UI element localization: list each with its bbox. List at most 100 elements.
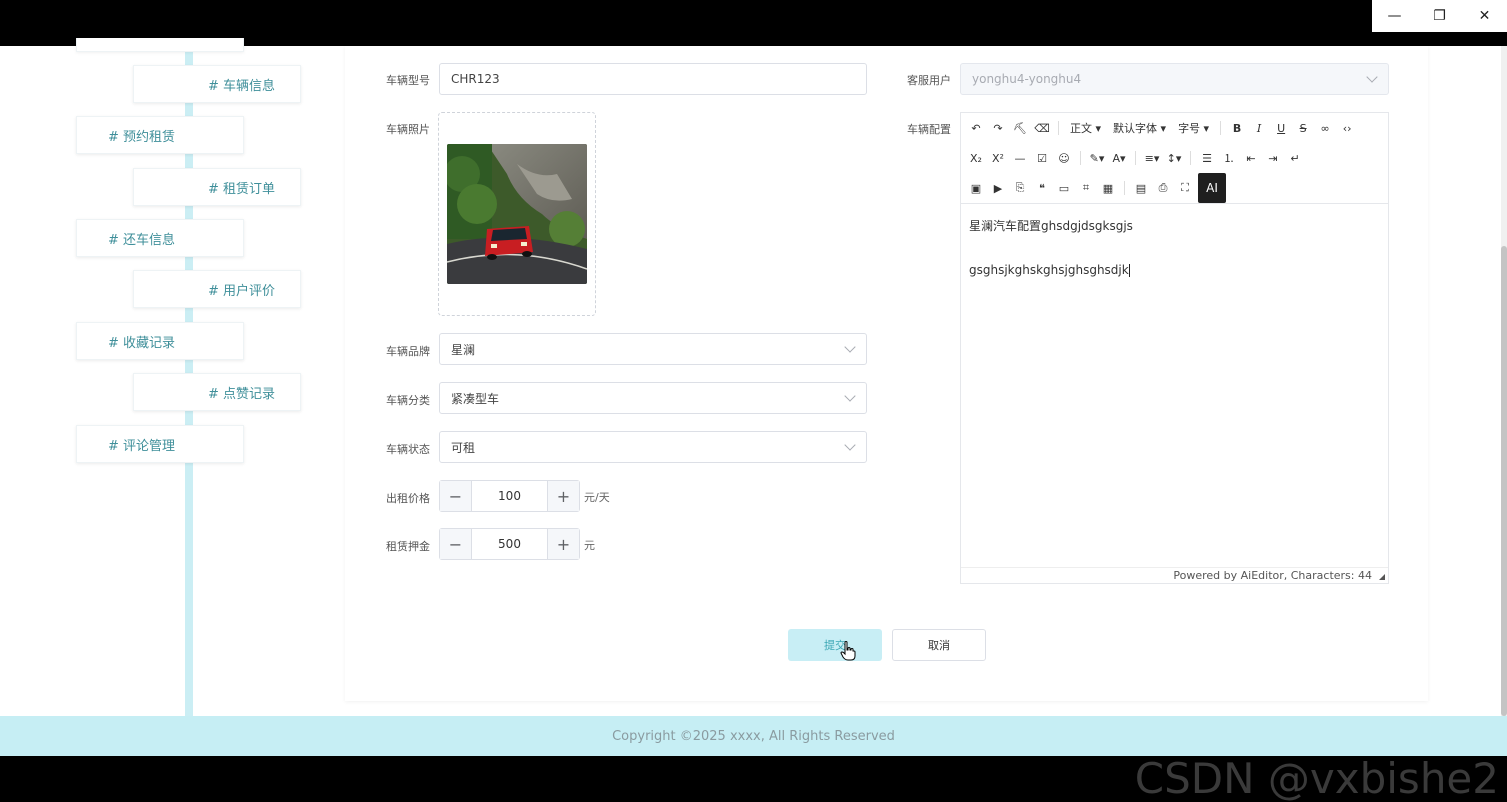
line-break-icon[interactable]: ↵: [1284, 147, 1306, 169]
quote-icon[interactable]: ❝: [1031, 177, 1053, 199]
highlight-color-icon[interactable]: ✎▾: [1086, 147, 1108, 169]
bold-icon[interactable]: B: [1226, 117, 1248, 139]
sidebar-item-label: # 点赞记录: [208, 386, 276, 402]
print-icon[interactable]: ⎙: [1152, 177, 1174, 199]
container-icon[interactable]: ▭: [1053, 177, 1075, 199]
print-preview-icon[interactable]: ▤: [1130, 177, 1152, 199]
font-color-icon[interactable]: A▾: [1108, 147, 1130, 169]
format-painter-icon[interactable]: ⛏: [1009, 117, 1031, 139]
hand-pointer-icon: [840, 641, 856, 661]
status-label: 车辆状态: [386, 443, 430, 456]
cancel-button[interactable]: 取消: [892, 629, 986, 661]
restore-button[interactable]: ❐: [1417, 0, 1462, 32]
toolbar-divider: [1058, 121, 1059, 135]
category-select[interactable]: 紧凑型车: [439, 382, 867, 414]
attachment-icon[interactable]: ⎘: [1009, 177, 1031, 199]
toolbar-divider: [1135, 151, 1136, 165]
strikethrough-icon[interactable]: S: [1292, 117, 1314, 139]
line-height-icon[interactable]: ↕▾: [1163, 147, 1185, 169]
editor-status-footer: Powered by AiEditor, Characters: 44: [961, 567, 1388, 583]
status-select[interactable]: 可租: [439, 431, 867, 463]
link-icon[interactable]: ∞: [1314, 117, 1336, 139]
photo-upload[interactable]: [438, 112, 596, 316]
sidebar-item-user-reviews[interactable]: # 用户评价: [133, 270, 301, 308]
font-family-dropdown[interactable]: 默认字体 ▾: [1107, 120, 1172, 136]
outdent-icon[interactable]: ⇤: [1240, 147, 1262, 169]
submit-button[interactable]: 提交: [788, 629, 882, 661]
horizontal-rule-icon[interactable]: —: [1009, 147, 1031, 169]
font-size-dropdown[interactable]: 字号 ▾: [1172, 120, 1215, 136]
vehicle-photo: [447, 144, 587, 284]
brand-select[interactable]: 星澜: [439, 333, 867, 365]
deposit-decrement-button[interactable]: −: [440, 529, 472, 559]
window-controls: — ❐ ✕: [1372, 0, 1507, 32]
deposit-value[interactable]: 500: [472, 529, 547, 559]
model-input[interactable]: CHR123: [439, 63, 867, 95]
page-scrollbar[interactable]: [1501, 46, 1507, 716]
close-button[interactable]: ✕: [1462, 0, 1507, 32]
sidebar-item-label: # 租赁订单: [208, 181, 276, 197]
editor-content[interactable]: 星澜汽车配置ghsdgjdsgksgjs gsghsjkghskghsjghsg…: [969, 215, 1379, 281]
price-decrement-button[interactable]: −: [440, 481, 472, 511]
sidebar-item-reservation[interactable]: # 预约租赁: [76, 116, 244, 154]
sidebar-item-comments[interactable]: # 评论管理: [76, 425, 244, 463]
emoji-icon[interactable]: ☺: [1053, 147, 1075, 169]
editor-paragraph: gsghsjkghskghsjghsghsdjk: [969, 263, 1129, 277]
ordered-list-icon[interactable]: ⒈: [1218, 147, 1240, 169]
editor-empty-line: [969, 237, 1379, 259]
sidebar-item-label: # 评论管理: [108, 438, 176, 454]
toolbar-divider: [1124, 181, 1125, 195]
editor-paragraph: 星澜汽车配置ghsdgjdsgksgjs: [969, 219, 1133, 233]
sidebar-item-rental-orders[interactable]: # 租赁订单: [133, 168, 301, 206]
rich-text-editor[interactable]: ↶ ↷ ⛏ ⌫ 正文 ▾ 默认字体 ▾ 字号 ▾ B I U S ∞ ‹› X₂…: [960, 112, 1389, 584]
align-icon[interactable]: ≡▾: [1141, 147, 1163, 169]
code-icon[interactable]: ‹›: [1336, 117, 1358, 139]
underline-icon[interactable]: U: [1270, 117, 1292, 139]
price-value[interactable]: 100: [472, 481, 547, 511]
sidebar-item-label: # 车辆信息: [208, 78, 276, 94]
status-value: 可租: [451, 440, 476, 455]
bullet-list-icon[interactable]: ☰: [1196, 147, 1218, 169]
price-stepper[interactable]: − 100 +: [439, 480, 580, 512]
eraser-icon[interactable]: ⌫: [1031, 117, 1053, 139]
ai-button[interactable]: AI: [1198, 173, 1226, 203]
sidebar-item-label: # 用户评价: [208, 283, 276, 299]
minimize-button[interactable]: —: [1372, 0, 1417, 32]
toolbar-row-1: ↶ ↷ ⛏ ⌫ 正文 ▾ 默认字体 ▾ 字号 ▾ B I U S ∞ ‹›: [961, 113, 1358, 143]
sidebar-item-favorites[interactable]: # 收藏记录: [76, 322, 244, 360]
italic-icon[interactable]: I: [1248, 117, 1270, 139]
deposit-label: 租赁押金: [386, 540, 430, 553]
subscript-icon[interactable]: X₂: [965, 147, 987, 169]
undo-icon[interactable]: ↶: [965, 117, 987, 139]
resize-handle-icon[interactable]: [1379, 574, 1385, 580]
sidebar-item-clipped: [76, 38, 244, 52]
service-user-value: yonghu4-yonghu4: [972, 72, 1082, 86]
service-user-label: 客服用户: [907, 74, 951, 87]
image-icon[interactable]: ▣: [965, 177, 987, 199]
deposit-increment-button[interactable]: +: [547, 529, 579, 559]
video-icon[interactable]: ▶: [987, 177, 1009, 199]
main-area: # 车辆信息 # 预约租赁 # 租赁订单 # 还车信息 # 用户评价 # 收藏记…: [0, 38, 1507, 716]
paragraph-dropdown[interactable]: 正文 ▾: [1064, 120, 1107, 136]
fullscreen-icon[interactable]: ⛶: [1174, 177, 1196, 199]
sidebar-item-likes[interactable]: # 点赞记录: [133, 373, 301, 411]
redo-icon[interactable]: ↷: [987, 117, 1009, 139]
toolbar-divider: [1220, 121, 1222, 135]
checkbox-icon[interactable]: ☑: [1031, 147, 1053, 169]
config-label: 车辆配置: [907, 123, 951, 136]
model-value: CHR123: [451, 72, 500, 86]
brand-label: 车辆品牌: [386, 345, 430, 358]
photo-label: 车辆照片: [386, 123, 430, 136]
superscript-icon[interactable]: X²: [987, 147, 1009, 169]
code-block-icon[interactable]: ⌗: [1075, 177, 1097, 199]
toolbar-divider: [1190, 151, 1191, 165]
toolbar-row-3: ▣ ▶ ⎘ ❝ ▭ ⌗ ▦ ▤ ⎙ ⛶ AI: [961, 173, 1226, 203]
indent-icon[interactable]: ⇥: [1262, 147, 1284, 169]
sidebar-item-return-info[interactable]: # 还车信息: [76, 219, 244, 257]
table-icon[interactable]: ▦: [1097, 177, 1119, 199]
deposit-stepper[interactable]: − 500 +: [439, 528, 580, 560]
model-label: 车辆型号: [386, 74, 430, 87]
sidebar-item-vehicle-info[interactable]: # 车辆信息: [133, 65, 301, 103]
scrollbar-thumb[interactable]: [1501, 246, 1507, 716]
price-increment-button[interactable]: +: [547, 481, 579, 511]
